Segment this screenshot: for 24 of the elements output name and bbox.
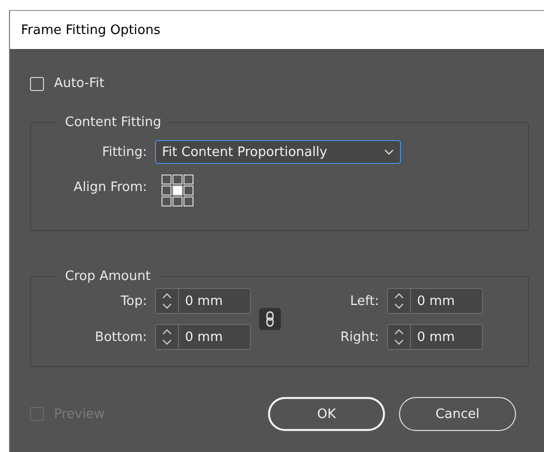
reference-point-grid-icon[interactable] <box>161 174 195 208</box>
spinner-field[interactable]: 0 mm <box>155 288 251 314</box>
auto-fit-checkbox[interactable]: Auto-Fit <box>30 76 529 91</box>
link-icon[interactable] <box>259 308 281 330</box>
spinner-arrows-icon[interactable] <box>394 292 404 310</box>
chevron-down-icon <box>384 149 394 155</box>
field-label: Fitting: <box>101 144 147 160</box>
field-label: Align From: <box>72 180 147 195</box>
spinner-arrows-icon[interactable] <box>394 328 404 346</box>
spinner-arrows-icon[interactable] <box>162 292 172 310</box>
dialog-button[interactable]: Cancel <box>399 397 516 431</box>
field-label: Top: <box>120 294 147 308</box>
field-label: Right: <box>339 330 379 344</box>
spinner-field[interactable]: 0 mm <box>387 288 483 314</box>
group-title: Crop Amount <box>64 269 152 284</box>
spinner-field[interactable]: 0 mm <box>155 324 251 350</box>
dialog-button[interactable]: OK <box>268 397 385 431</box>
window-title: Frame Fitting Options <box>21 22 160 38</box>
fitting-dropdown[interactable]: Fit Content Proportionally <box>155 140 401 164</box>
spinner-field[interactable]: 0 mm <box>387 324 483 350</box>
group-title: Content Fitting <box>64 115 162 130</box>
spinner-arrows-icon[interactable] <box>162 328 172 346</box>
field-label: Bottom: <box>94 330 147 344</box>
field-label: Left: <box>349 294 379 308</box>
